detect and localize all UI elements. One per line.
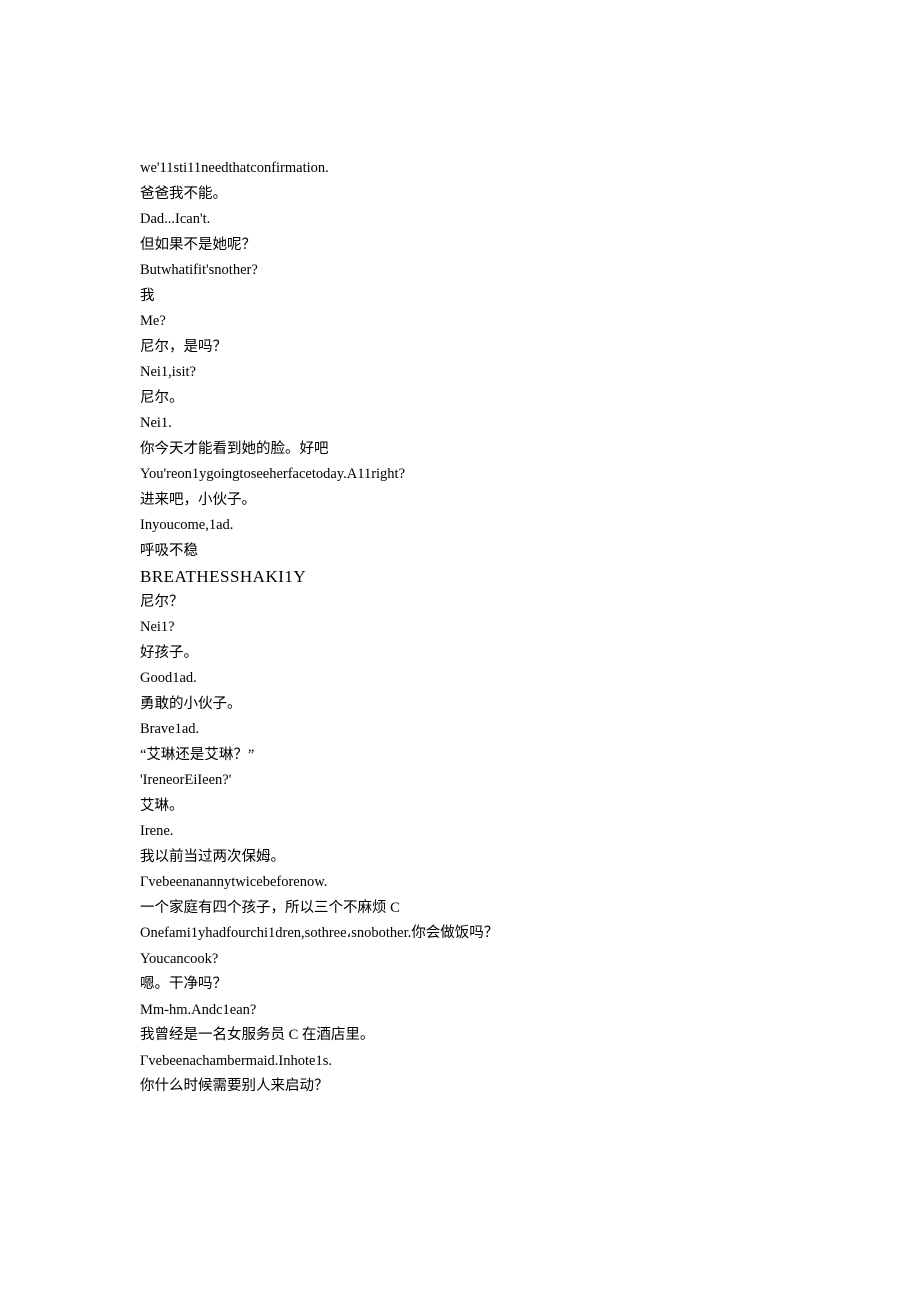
text-line: Nei1? — [140, 615, 780, 641]
text-line: Nei1,isit? — [140, 360, 780, 386]
text-line: Onefami1yhadfourchi1dren,sothree،snoboth… — [140, 921, 780, 947]
text-line: 艾琳。 — [140, 794, 780, 820]
text-line: 我以前当过两次保姆。 — [140, 845, 780, 871]
text-line: 你什么时候需要别人来启动？ — [140, 1074, 780, 1100]
text-line: 但如果不是她呢？ — [140, 233, 780, 259]
text-line: 嗯。干净吗？ — [140, 972, 780, 998]
text-line: 你今天才能看到她的脸。好吧 — [140, 437, 780, 463]
text-line: Me? — [140, 309, 780, 335]
text-line: 尼尔。 — [140, 386, 780, 412]
text-line: 勇敢的小伙子。 — [140, 692, 780, 718]
text-line: 呼吸不稳 — [140, 539, 780, 565]
text-line: 一个家庭有四个孩子，所以三个不麻烦 C — [140, 896, 780, 922]
text-line: Brave1ad. — [140, 717, 780, 743]
text-line: BREATHESSHAKI1Y — [140, 564, 780, 590]
text-line: 我 — [140, 284, 780, 310]
document-page: we'11sti11needthatconfirmation.爸爸我不能。Dad… — [0, 0, 920, 1100]
text-line: Mm-hm.Andc1ean? — [140, 998, 780, 1024]
text-line: Dad...Ican't. — [140, 207, 780, 233]
text-line: Butwhatifit'snother? — [140, 258, 780, 284]
text-line: Γvebeenanannytwicebeforenow. — [140, 870, 780, 896]
text-line: Good1ad. — [140, 666, 780, 692]
content-block: we'11sti11needthatconfirmation.爸爸我不能。Dad… — [140, 156, 780, 1100]
text-line: 爸爸我不能。 — [140, 182, 780, 208]
text-line: we'11sti11needthatconfirmation. — [140, 156, 780, 182]
text-line: “艾琳还是艾琳？” — [140, 743, 780, 769]
text-line: 尼尔？ — [140, 590, 780, 616]
text-line: Inyoucome,1ad. — [140, 513, 780, 539]
text-line: 尼尔，是吗？ — [140, 335, 780, 361]
text-line: Γvebeenachambermaid.Inhote1s. — [140, 1049, 780, 1075]
text-line: 进来吧，小伙子。 — [140, 488, 780, 514]
text-line: 我曾经是一名女服务员 C 在酒店里。 — [140, 1023, 780, 1049]
text-line: 'IreneorEiIeen?' — [140, 768, 780, 794]
text-line: Youcancook? — [140, 947, 780, 973]
text-line: 好孩子。 — [140, 641, 780, 667]
text-line: Irene. — [140, 819, 780, 845]
text-line: Nei1. — [140, 411, 780, 437]
text-line: You'reon1ygoingtoseeherfacetoday.A11righ… — [140, 462, 780, 488]
